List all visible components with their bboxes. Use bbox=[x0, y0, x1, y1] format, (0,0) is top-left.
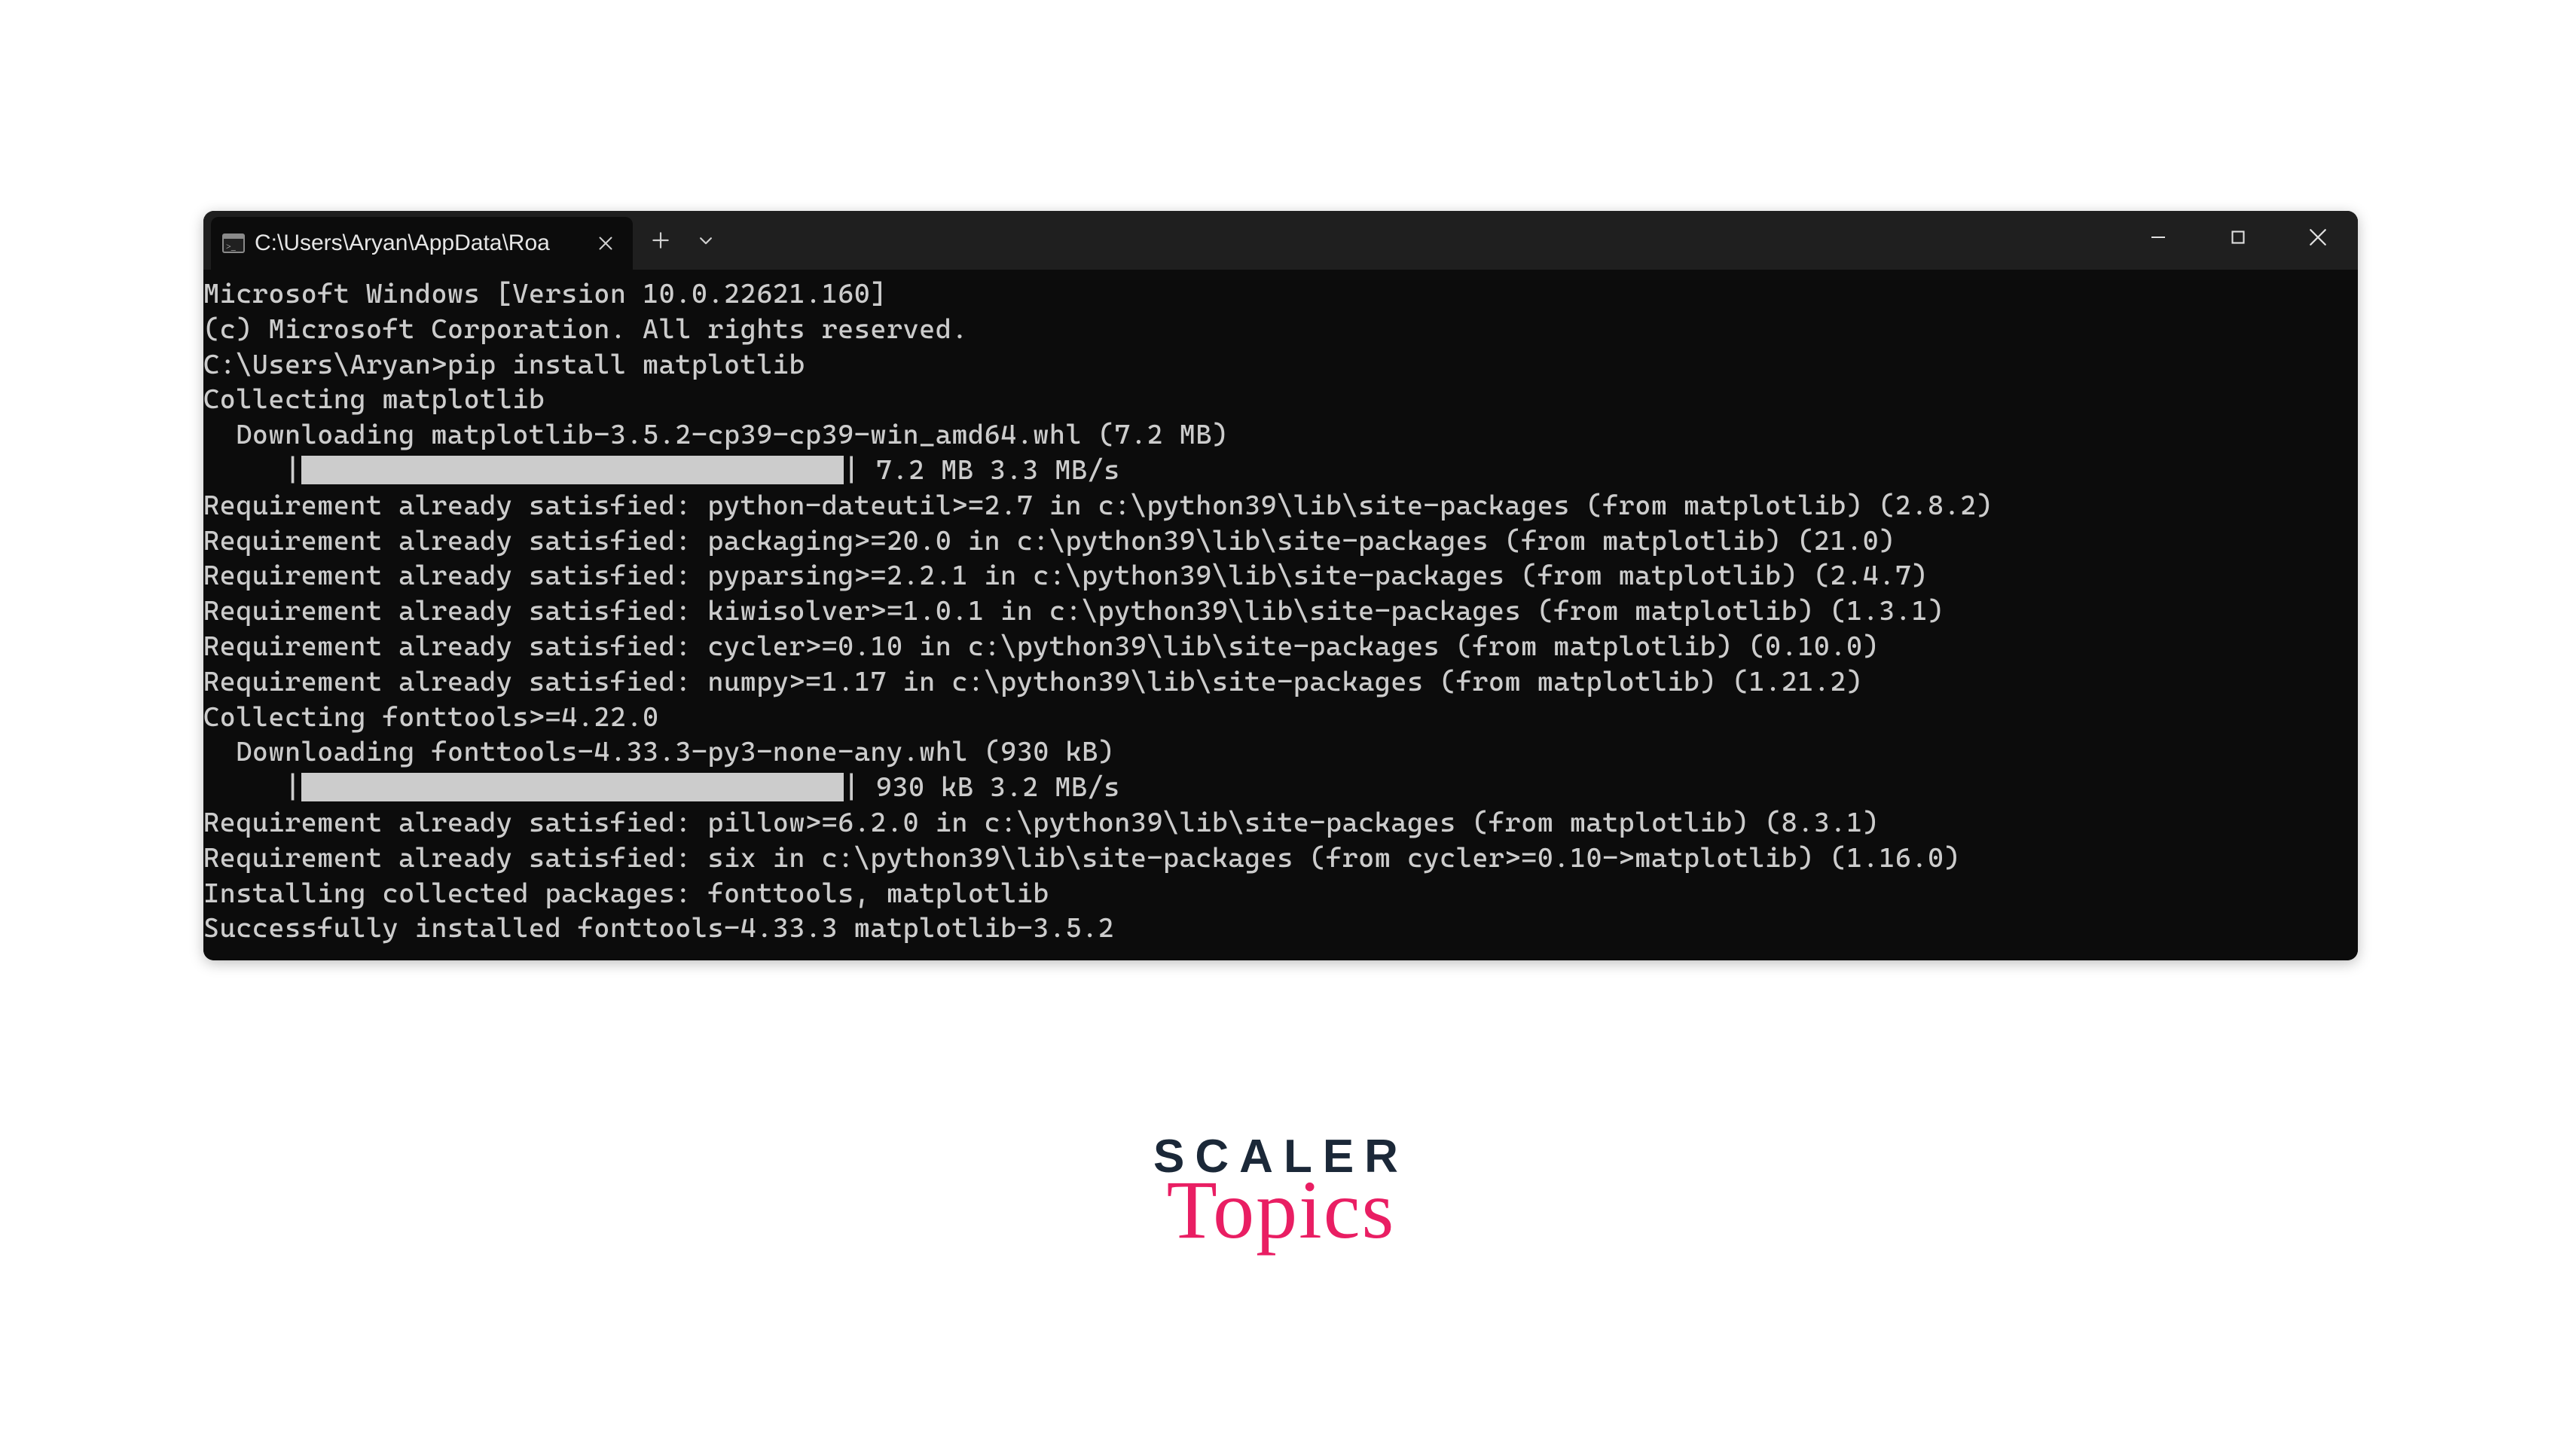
progress-line: | | 7.2 MB 3.3 MB/s bbox=[203, 453, 2358, 489]
terminal-line: Downloading fonttools-4.33.3-py3-none-an… bbox=[203, 735, 2358, 771]
tab-dropdown-button[interactable] bbox=[686, 220, 726, 261]
progress-leading: | bbox=[203, 455, 301, 486]
terminal-tab[interactable]: >_ C:\Users\Aryan\AppData\Roa bbox=[211, 217, 633, 270]
terminal-line: Requirement already satisfied: pyparsing… bbox=[203, 559, 2358, 594]
terminal-line: Installing collected packages: fonttools… bbox=[203, 877, 2358, 912]
progress-bar bbox=[301, 773, 844, 801]
minimize-button[interactable] bbox=[2118, 211, 2198, 264]
tab-close-button[interactable] bbox=[592, 230, 619, 257]
titlebar-tab-actions bbox=[640, 220, 726, 261]
close-window-button[interactable] bbox=[2278, 211, 2358, 264]
terminal-line: Downloading matplotlib-3.5.2-cp39-cp39-w… bbox=[203, 418, 2358, 453]
title-bar: >_ C:\Users\Aryan\AppData\Roa bbox=[203, 211, 2358, 270]
progress-trailing: | 7.2 MB 3.3 MB/s bbox=[844, 455, 1120, 486]
progress-leading: | bbox=[203, 772, 301, 803]
maximize-button[interactable] bbox=[2198, 211, 2278, 264]
terminal-line: Requirement already satisfied: six in c:… bbox=[203, 841, 2358, 877]
terminal-line: Requirement already satisfied: packaging… bbox=[203, 524, 2358, 560]
tab-title: C:\Users\Aryan\AppData\Roa bbox=[255, 230, 583, 256]
terminal-line: Requirement already satisfied: cycler>=0… bbox=[203, 630, 2358, 665]
terminal-line: Requirement already satisfied: pillow>=6… bbox=[203, 806, 2358, 841]
progress-trailing: | 930 kB 3.2 MB/s bbox=[844, 772, 1120, 803]
terminal-line: (c) Microsoft Corporation. All rights re… bbox=[203, 313, 2358, 348]
terminal-output[interactable]: Microsoft Windows [Version 10.0.22621.16… bbox=[203, 270, 2358, 960]
terminal-line: Collecting matplotlib bbox=[203, 383, 2358, 418]
terminal-line: C:\Users\Aryan>pip install matplotlib bbox=[203, 348, 2358, 383]
terminal-line: Successfully installed fonttools-4.33.3 … bbox=[203, 911, 2358, 947]
new-tab-button[interactable] bbox=[640, 220, 681, 261]
svg-text:>_: >_ bbox=[226, 241, 237, 252]
branding-logo: SCALER Topics bbox=[1153, 1130, 1409, 1258]
progress-line: | | 930 kB 3.2 MB/s bbox=[203, 771, 2358, 806]
window-controls bbox=[2118, 211, 2358, 264]
terminal-line: Collecting fonttools>=4.22.0 bbox=[203, 701, 2358, 736]
terminal-window: >_ C:\Users\Aryan\AppData\Roa bbox=[203, 211, 2358, 960]
terminal-line: Requirement already satisfied: numpy>=1.… bbox=[203, 665, 2358, 701]
progress-bar bbox=[301, 456, 844, 484]
terminal-line: Requirement already satisfied: python-da… bbox=[203, 489, 2358, 524]
terminal-line: Microsoft Windows [Version 10.0.22621.16… bbox=[203, 277, 2358, 313]
branding-line2: Topics bbox=[1153, 1162, 1409, 1258]
terminal-line: Requirement already satisfied: kiwisolve… bbox=[203, 594, 2358, 630]
cmd-icon: >_ bbox=[221, 231, 246, 255]
